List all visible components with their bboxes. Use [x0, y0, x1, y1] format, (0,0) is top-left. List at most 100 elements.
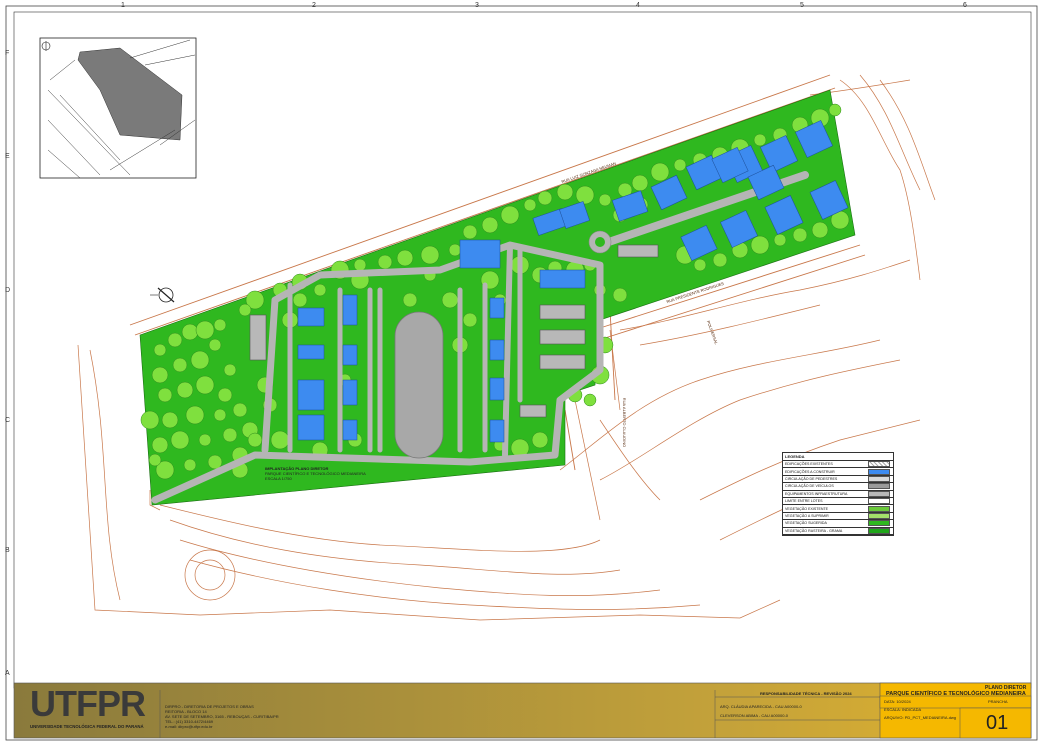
legend-swatch [868, 505, 890, 512]
grid-row-label: D [5, 287, 11, 294]
sheet-label: PRANCHA [988, 699, 1008, 704]
legend-row: CIRCULAÇÃO DE PEDESTRES [783, 475, 893, 484]
tree-icon [213, 408, 227, 422]
grid-row-label: B [5, 547, 10, 554]
tree-icon [198, 433, 212, 447]
planned-building [297, 414, 325, 441]
tree-icon [190, 350, 210, 370]
planned-building [489, 297, 505, 319]
resp-line: ARQ. CLÁUDIA APARECIDA - CAU A00000-0 [720, 704, 802, 709]
tree-icon [232, 402, 248, 418]
legend-label: CIRCULAÇÃO DE PEDESTRES [785, 476, 838, 481]
tree-icon [353, 258, 367, 272]
legend-row: VEGETAÇÃO RASTEIRA - GRAMA [783, 527, 893, 535]
tree-icon [753, 133, 767, 147]
legend-label: VEGETAÇÃO RASTEIRA - GRAMA [785, 528, 843, 533]
legend-label: LIMITE ENTRE LOTES [785, 499, 823, 504]
tree-icon [170, 430, 190, 450]
planned-building [489, 377, 505, 401]
tree-icon [575, 185, 595, 205]
utfpr-logo: UTFPR UNIVERSIDADE TECNOLÓGICA FEDERAL D… [30, 684, 155, 734]
grid-col-label: 2 [312, 2, 316, 9]
tree-icon [650, 162, 670, 182]
tree-icon [448, 243, 462, 257]
legend-row: VEGETAÇÃO A SUPRIMIR [783, 512, 893, 521]
tree-icon [213, 318, 227, 332]
planned-building [539, 269, 586, 289]
legend-swatch [868, 461, 890, 468]
tree-icon [583, 393, 597, 407]
planned-building [297, 307, 325, 327]
tree-icon [500, 205, 520, 225]
tree-icon [207, 454, 223, 470]
tree-icon [148, 453, 162, 467]
legend-label: VEGETAÇÃO A SUPRIMIR [785, 513, 829, 518]
grid-col-label: 5 [800, 2, 804, 9]
field-label: DATA: [884, 699, 896, 704]
tree-icon [523, 198, 537, 212]
legend-swatch [868, 498, 890, 505]
tree-icon [153, 343, 167, 357]
legend-label: VEGETAÇÃO SUGERIDA [785, 521, 827, 526]
planned-building [342, 419, 358, 441]
tree-icon [693, 258, 707, 272]
tree-icon [773, 233, 787, 247]
legend-label: EQUIPAMENTOS INFRAESTRUTURA [785, 491, 848, 496]
tree-icon [161, 411, 179, 429]
tree-icon [750, 235, 770, 255]
legend-row: EQUIPAMENTOS INFRAESTRUTURA [783, 490, 893, 498]
tree-icon [792, 227, 808, 243]
tree-icon [208, 338, 222, 352]
legend-swatch [868, 520, 890, 527]
tree-icon [396, 249, 414, 267]
tree-icon [223, 363, 237, 377]
legend-swatch [868, 468, 890, 475]
legend-swatch [868, 490, 890, 497]
planned-building [342, 294, 358, 326]
field-label: ESCALA: [884, 707, 901, 712]
tree-icon [537, 190, 553, 206]
tree-icon [811, 221, 829, 239]
grid-row-label: E [5, 153, 10, 160]
tree-icon [673, 158, 687, 172]
grid-row-label: A [5, 670, 10, 677]
pond [459, 239, 501, 269]
legend-swatch [868, 512, 890, 519]
tree-icon [462, 312, 478, 328]
tree-icon [270, 430, 290, 450]
tree-icon [292, 292, 308, 308]
tree-icon [217, 387, 233, 403]
grid-row-label: F [5, 50, 10, 57]
tree-icon [556, 183, 574, 201]
responsibility-lines: ARQ. CLÁUDIA APARECIDA - CAU A00000-0 CL… [720, 704, 802, 718]
central-oval-plaza [394, 311, 444, 459]
responsibility-heading: RESPONSABILIDADE TÉCNICA - REVISÃO 2024 [760, 691, 852, 696]
street-east-label: RUA ALBERTO CLAUDINO [622, 397, 628, 448]
planned-building [489, 419, 505, 443]
legend-items: EDIFICAÇÕES EXISTENTES EDIFICAÇÕES A CONS… [783, 461, 893, 535]
tree-icon [183, 458, 197, 472]
tree-icon [402, 292, 418, 308]
planned-building [342, 344, 358, 366]
tree-icon [828, 103, 842, 117]
resp-line: CLEVERSON ABIMA - CAU A00000-0 [720, 713, 789, 718]
tree-icon [631, 174, 649, 192]
legend-label: CIRCULAÇÃO DE VEÍCULOS [785, 484, 834, 489]
tree-icon [157, 387, 173, 403]
field-value: INDICADA [902, 707, 922, 712]
field-value: PD_PCT_MEDIANEIRA.dwg [904, 715, 957, 720]
grid-row-label: C [5, 417, 11, 424]
tree-icon [195, 320, 215, 340]
legend-row: EDIFICAÇÕES EXISTENTES [783, 461, 893, 469]
planned-building [342, 379, 358, 406]
legend-title: LEGENDA [783, 453, 893, 461]
tree-icon [598, 193, 612, 207]
project-name: PARQUE CIENTÍFICO E TECNOLÓGICO MEDIANEI… [886, 691, 1026, 697]
tree-icon [462, 224, 478, 240]
tree-icon [313, 283, 327, 297]
key-map-inset [39, 37, 197, 179]
tree-icon [181, 323, 199, 341]
legend-row: VEGETAÇÃO EXISTENTE [783, 505, 893, 513]
planned-building [297, 344, 325, 360]
grid-col-label: 4 [636, 2, 640, 9]
